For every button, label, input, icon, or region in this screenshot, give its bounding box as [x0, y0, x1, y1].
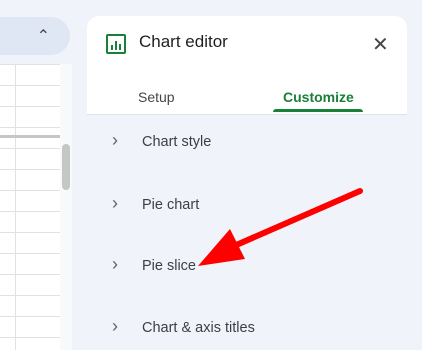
annotation-arrow	[198, 188, 363, 266]
